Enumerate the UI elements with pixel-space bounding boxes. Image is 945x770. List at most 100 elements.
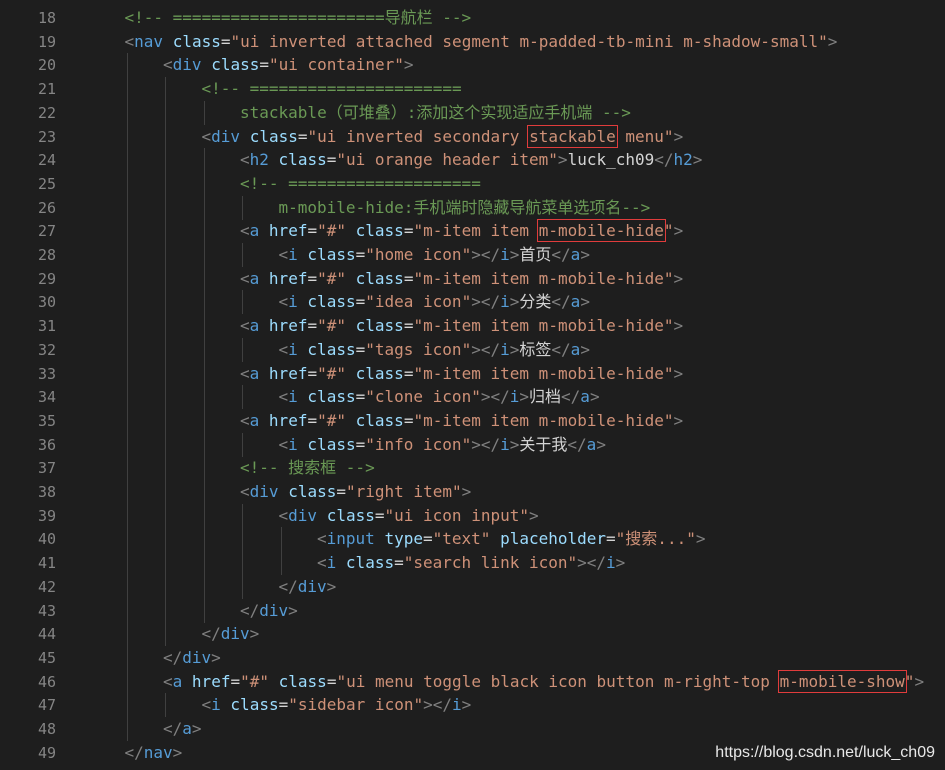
- code-line[interactable]: 23 <div class="ui inverted secondary stac…: [0, 124, 945, 149]
- code-line[interactable]: 22 stackable（可堆叠）:添加这个实现适应手机端 -->: [0, 100, 945, 125]
- code-line[interactable]: 38 <div class="right item">: [0, 480, 945, 504]
- code-text: </div>: [240, 599, 298, 623]
- code-line[interactable]: 45 </div>: [0, 645, 945, 670]
- code-editor[interactable]: 18 <!-- ======================导航栏 --> 19 <n…: [0, 0, 945, 770]
- code-line[interactable]: 21 <!-- ======================: [0, 77, 945, 102]
- indent-guide: [242, 527, 243, 552]
- code-token: 标签: [519, 339, 552, 359]
- code-token: <: [278, 387, 289, 407]
- code-line[interactable]: 29 <a href="#" class="m-item item m-mobil…: [0, 266, 945, 291]
- code-line[interactable]: 26 m-mobile-hide:手机端时隐藏导航菜单选项名-->: [0, 195, 945, 220]
- code-token: </: [278, 576, 298, 596]
- code-token: menu": [615, 126, 674, 146]
- code-token: "#": [317, 268, 346, 288]
- indent-guide: [126, 527, 128, 552]
- indent-guide: [203, 290, 205, 315]
- line-number: 42: [37, 577, 56, 596]
- code-line[interactable]: 42 </div>: [0, 574, 945, 599]
- code-token: i: [509, 387, 520, 407]
- code-token: class: [326, 505, 375, 525]
- code-token: <: [278, 434, 289, 454]
- code-line[interactable]: 41 <i class="search link icon"></i>: [0, 551, 945, 576]
- code-token: "#": [317, 363, 346, 383]
- indent-guide: [203, 598, 205, 623]
- highlighted-token: m-mobile-hide: [536, 219, 666, 243]
- code-token: class: [230, 695, 279, 715]
- code-line[interactable]: 32 <i class="tags icon"></i>标签</a>: [0, 337, 945, 362]
- code-line[interactable]: 47 <i class="sidebar icon"></i>: [0, 693, 945, 718]
- code-line[interactable]: 28 <i class="home icon"></i>首页</a>: [0, 243, 945, 267]
- code-token: i: [288, 292, 298, 312]
- indent-guide: [203, 574, 205, 599]
- code-line[interactable]: 39 <div class="ui icon input">: [0, 503, 945, 528]
- code-token: <: [201, 695, 212, 715]
- code-line[interactable]: 18 <!-- ======================导航栏 -->: [0, 6, 945, 30]
- code-line[interactable]: 40 <input type="text" placeholder="搜索..."…: [0, 527, 945, 552]
- code-token: "text": [432, 529, 491, 549]
- code-token: class: [355, 268, 404, 288]
- code-token: "#": [317, 221, 346, 241]
- code-token: <!-- ====================: [240, 173, 481, 193]
- code-token: >: [249, 624, 260, 644]
- code-token: i: [606, 553, 616, 573]
- indent-guide: [165, 527, 166, 552]
- code-line[interactable]: 27 <a href="#" class="m-item item m-mobil…: [0, 219, 945, 244]
- indent-guide: [126, 314, 128, 339]
- code-token: luck_ch09: [567, 150, 655, 170]
- indent-guide: [203, 432, 205, 457]
- code-token: a: [182, 719, 192, 738]
- code-token: <: [278, 505, 289, 525]
- code-token: "m-item item m-mobile-hide": [413, 410, 674, 430]
- code-token: div: [259, 600, 289, 620]
- code-line[interactable]: 24 <h2 class="ui orange header item">luck…: [0, 148, 945, 173]
- code-token: ></: [471, 292, 501, 312]
- line-number: 21: [37, 80, 56, 99]
- code-line[interactable]: 34 <i class="clone icon"></i>归档</a>: [0, 385, 945, 410]
- code-token: "m-item item: [413, 221, 539, 241]
- code-token: >: [673, 126, 684, 146]
- code-token: </: [551, 339, 571, 359]
- code-token: i: [452, 695, 462, 715]
- indent-guide: [126, 266, 128, 291]
- code-line[interactable]: 43 </div>: [0, 598, 945, 623]
- code-token: </: [163, 719, 183, 738]
- code-token: "#": [317, 316, 346, 336]
- code-line[interactable]: 31 <a href="#" class="m-item item m-mobil…: [0, 314, 945, 339]
- code-token: =: [355, 339, 366, 359]
- indent-guide: [242, 337, 243, 362]
- code-token: h2: [673, 150, 693, 170]
- code-token: class: [288, 482, 337, 501]
- code-text: <a href="#" class="m-item item m-mobile-…: [240, 409, 683, 433]
- code-line[interactable]: 35 <a href="#" class="m-item item m-mobil…: [0, 408, 945, 433]
- code-token: input: [326, 529, 375, 549]
- code-line[interactable]: 19 <nav class="ui inverted attached segme…: [0, 30, 945, 54]
- code-token: =: [307, 221, 318, 241]
- code-token: >: [211, 647, 221, 667]
- code-token: </: [654, 150, 674, 170]
- code-line[interactable]: 44 </div>: [0, 622, 945, 647]
- code-line[interactable]: 25 <!-- ====================: [0, 171, 945, 196]
- code-line[interactable]: 46 <a href="#" class="ui menu toggle blac…: [0, 669, 945, 694]
- indent-guide: [126, 456, 128, 481]
- code-text: <i class="search link icon"></i>: [317, 551, 625, 575]
- code-token: </: [201, 624, 221, 644]
- code-line[interactable]: 30 <i class="idea icon"></i>分类</a>: [0, 290, 945, 315]
- code-line[interactable]: 20 <div class="ui container">: [0, 53, 945, 78]
- line-number: 31: [37, 317, 56, 336]
- code-token: i: [288, 434, 298, 454]
- code-token: </: [163, 647, 183, 667]
- code-line[interactable]: 36 <i class="info icon"></i>关于我</a>: [0, 432, 945, 457]
- code-line[interactable]: 37 <!-- 搜索框 -->: [0, 456, 945, 481]
- code-token: =: [259, 55, 269, 75]
- code-token: div: [172, 55, 202, 75]
- indent-guide: [203, 551, 205, 576]
- code-line[interactable]: 33 <a href="#" class="m-item item m-mobil…: [0, 361, 945, 386]
- code-line[interactable]: 48 </a>: [0, 717, 945, 741]
